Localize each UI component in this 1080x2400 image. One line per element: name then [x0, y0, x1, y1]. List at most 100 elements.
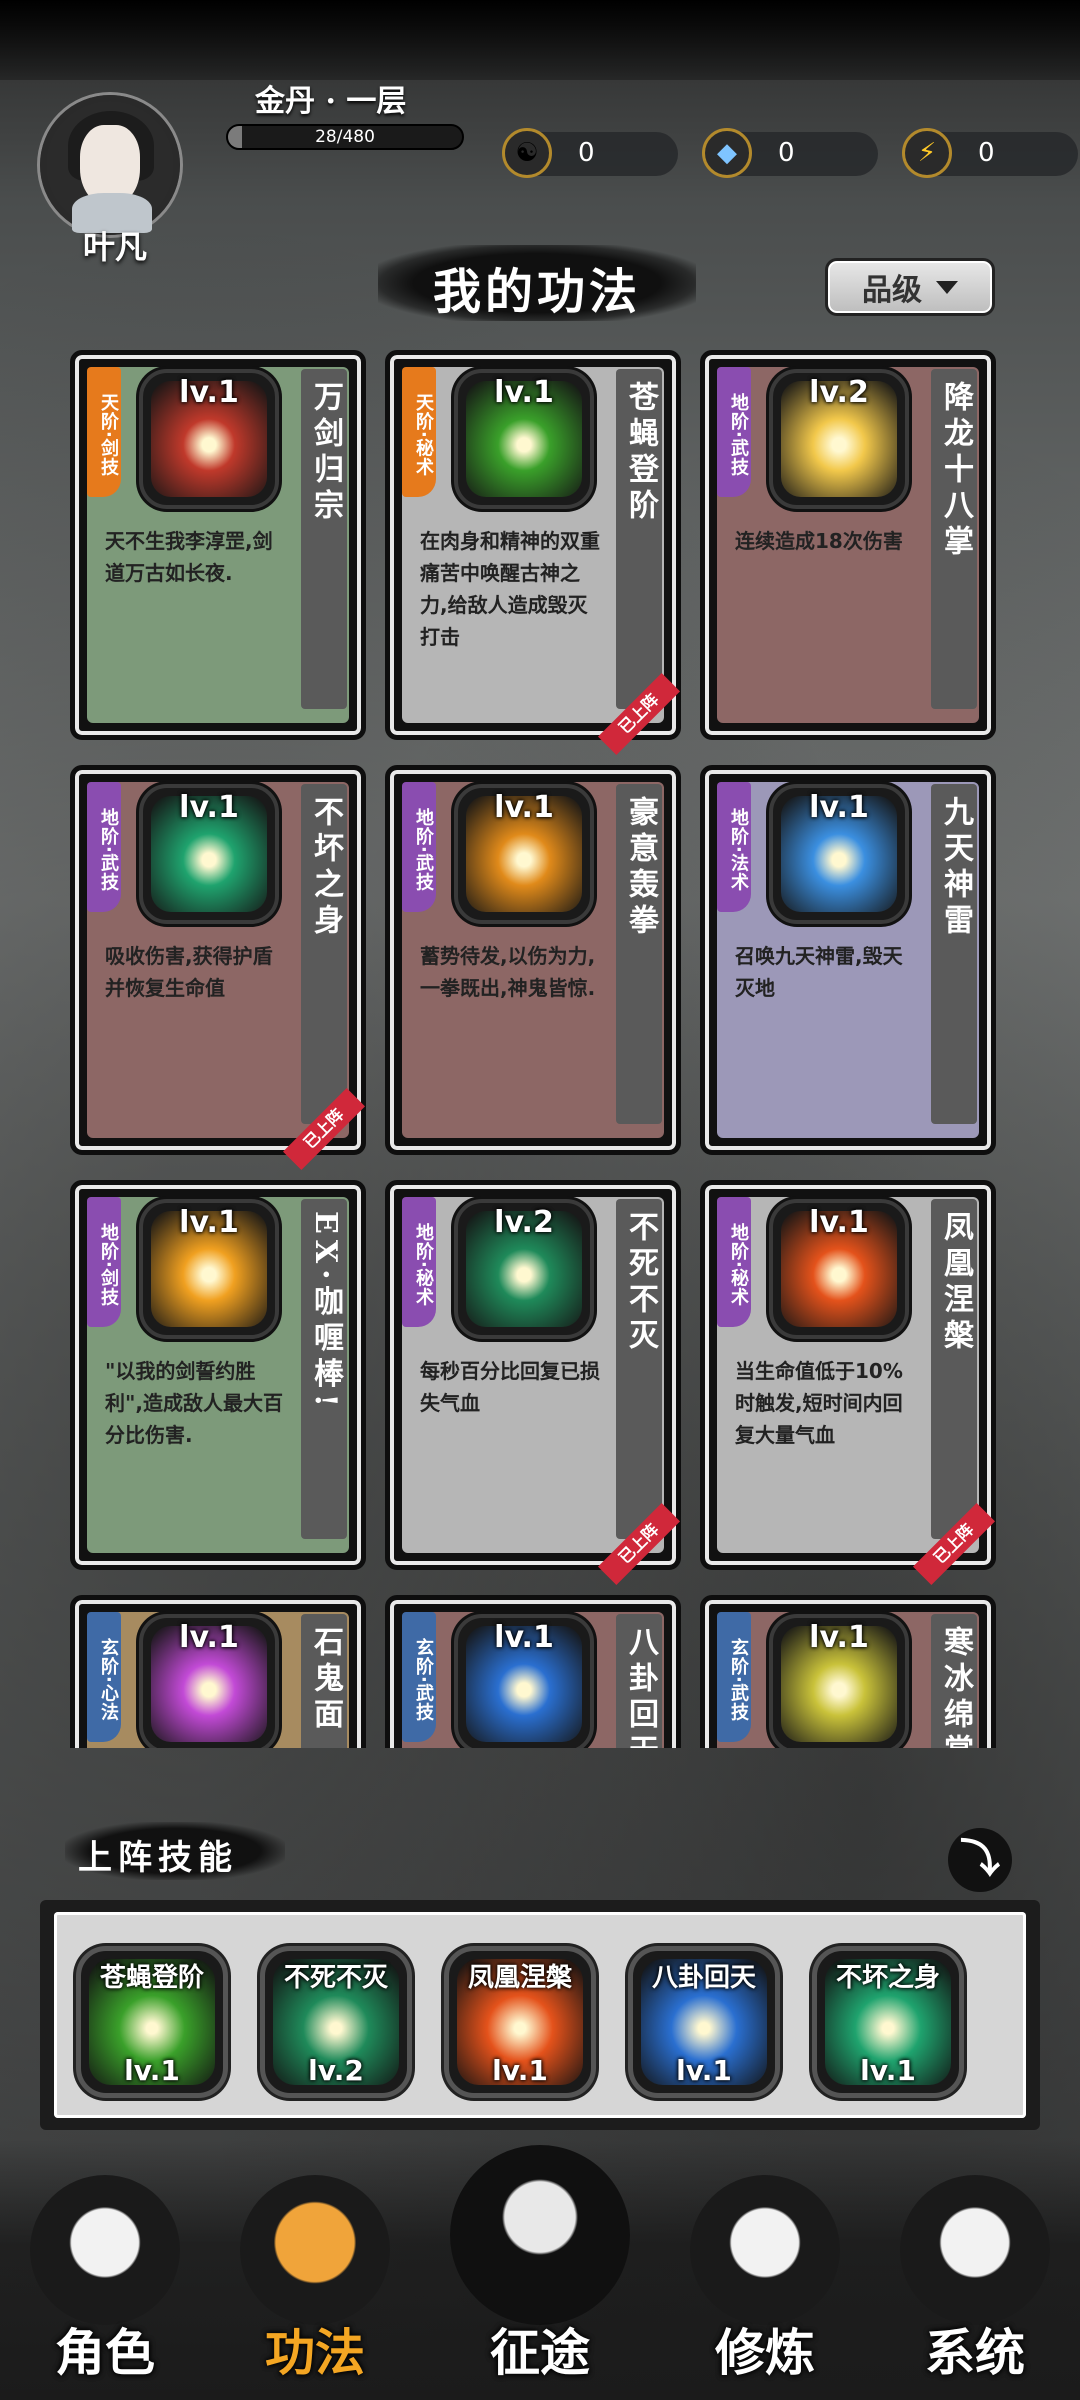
- equipped-skill-name: 苍蝇登阶: [99, 1963, 204, 1993]
- skill-icon: lv.1: [454, 1614, 594, 1748]
- skill-icon: lv.1: [139, 1614, 279, 1748]
- nav-journey[interactable]: 征途: [445, 2145, 635, 2395]
- skill-card[interactable]: 地阶·武技 lv.1 豪意轰拳 蓄势待发,以伤为力,一拳既出,神鬼皆惊.: [385, 765, 681, 1155]
- skill-card[interactable]: 玄阶·心法 lv.1 石鬼面: [70, 1595, 366, 1748]
- tier-badge: 玄阶·心法: [87, 1612, 121, 1742]
- equipped-skill-level: lv.1: [676, 2054, 732, 2087]
- sword-emblem-icon: [450, 2145, 630, 2325]
- skill-level: lv.1: [179, 790, 239, 825]
- skill-icon: lv.2: [769, 369, 909, 509]
- resource-energy[interactable]: ⚡ 0: [902, 128, 1078, 178]
- sort-grade-button[interactable]: 品级: [825, 258, 995, 316]
- lightning-icon: ⚡: [902, 128, 952, 178]
- system-icon: [900, 2175, 1050, 2325]
- skill-icon: lv.1: [139, 1199, 279, 1339]
- tier-badge: 地阶·法术: [717, 782, 751, 912]
- skill-level: lv.1: [809, 1205, 869, 1240]
- status-bar: [0, 0, 1080, 80]
- skill-name: EX·咖喱棒!: [301, 1199, 347, 1539]
- skill-name: 石鬼面: [301, 1614, 347, 1748]
- skill-description: "以我的剑誓约胜利",造成敌人最大百分比伤害.: [105, 1359, 284, 1447]
- equipped-panel: 苍蝇登阶 lv.1 不死不灭 lv.2 凤凰涅槃 lv.1 八卦回天 lv.1 …: [40, 1900, 1040, 2130]
- equipped-skill-level: lv.1: [124, 2054, 180, 2087]
- skill-grid[interactable]: 天阶·剑技 lv.1 万剑归宗 天不生我李淳罡,剑道万古如长夜. 天阶·秘术 l…: [70, 350, 1000, 1748]
- skill-book-icon: [240, 2175, 390, 2325]
- equipped-title: 上阵技能: [78, 1838, 238, 1878]
- skill-icon: lv.1: [769, 784, 909, 924]
- skill-icon: lv.2: [454, 1199, 594, 1339]
- skill-card[interactable]: 地阶·法术 lv.1 九天神雷 召唤九天神雷,毁天灭地: [700, 765, 996, 1155]
- skill-level: lv.2: [494, 1205, 554, 1240]
- resource-yin-yang[interactable]: ☯ 0: [502, 128, 678, 178]
- tier-badge: 玄阶·武技: [402, 1612, 436, 1742]
- skill-card[interactable]: 天阶·剑技 lv.1 万剑归宗 天不生我李淳罡,剑道万古如长夜.: [70, 350, 366, 740]
- skill-level: lv.1: [809, 790, 869, 825]
- skill-card[interactable]: 地阶·武技 lv.2 降龙十八掌 连续造成18次伤害: [700, 350, 996, 740]
- skill-name: 万剑归宗: [301, 369, 347, 709]
- skill-name: 不坏之身: [301, 784, 347, 1124]
- tier-badge: 地阶·秘术: [402, 1197, 436, 1327]
- skill-level: lv.1: [494, 790, 554, 825]
- avatar[interactable]: [40, 95, 180, 235]
- skill-card[interactable]: 玄阶·武技 lv.1 寒冰绵掌: [700, 1595, 996, 1748]
- skill-icon: lv.1: [454, 784, 594, 924]
- skill-name: 苍蝇登阶: [616, 369, 662, 709]
- nav-system[interactable]: 系统: [880, 2165, 1070, 2395]
- skill-name: 豪意轰拳: [616, 784, 662, 1124]
- equipped-skill-level: lv.2: [308, 2054, 364, 2087]
- equipped-skill-slot[interactable]: 八卦回天 lv.1: [628, 1946, 780, 2098]
- equipped-skill-level: lv.1: [492, 2054, 548, 2087]
- skill-description: 蓄势待发,以伤为力,一拳既出,神鬼皆惊.: [420, 944, 596, 1000]
- nav-cultivate[interactable]: 修炼: [670, 2165, 860, 2395]
- realm-label: 金丹 · 一层: [255, 84, 407, 119]
- skill-level: lv.1: [179, 375, 239, 410]
- skill-name: 凤凰涅槃: [931, 1199, 977, 1539]
- tier-badge: 玄阶·武技: [717, 1612, 751, 1742]
- equipped-skill-name: 不死不灭: [283, 1963, 388, 1993]
- collapse-arrow-button[interactable]: ⤵: [948, 1828, 1012, 1892]
- skill-description: 每秒百分比回复已损失气血: [420, 1359, 600, 1415]
- skill-description: 天不生我李淳罡,剑道万古如长夜.: [105, 529, 273, 585]
- equipped-skill-name: 八卦回天: [651, 1963, 756, 1993]
- resource-gem[interactable]: ◆ 0: [702, 128, 878, 178]
- skill-level: lv.1: [179, 1620, 239, 1655]
- tier-badge: 地阶·剑技: [87, 1197, 121, 1327]
- tier-badge: 地阶·武技: [402, 782, 436, 912]
- nav-character[interactable]: 角色: [10, 2165, 200, 2395]
- skill-icon: lv.1: [769, 1199, 909, 1339]
- xp-bar: 28/480: [226, 124, 464, 150]
- equipped-skill-slot[interactable]: 不死不灭 lv.2: [260, 1946, 412, 2098]
- equipped-skill-slot[interactable]: 不坏之身 lv.1: [812, 1946, 964, 2098]
- nav-skills[interactable]: 功法: [220, 2165, 410, 2395]
- skill-description: 召唤九天神雷,毁天灭地: [735, 944, 903, 1000]
- tier-badge: 地阶·武技: [87, 782, 121, 912]
- skill-name: 九天神雷: [931, 784, 977, 1124]
- chevron-down-icon: [936, 280, 958, 294]
- skill-level: lv.1: [494, 375, 554, 410]
- skill-description: 在肉身和精神的双重痛苦中唤醒古神之力,给敌人造成毁灭打击: [420, 529, 600, 649]
- equipped-skill-slot[interactable]: 凤凰涅槃 lv.1: [444, 1946, 596, 2098]
- equipped-skill-level: lv.1: [860, 2054, 916, 2087]
- skill-card[interactable]: 地阶·秘术 lv.2 不死不灭 每秒百分比回复已损失气血 已上阵: [385, 1180, 681, 1586]
- skill-card[interactable]: 地阶·秘术 lv.1 凤凰涅槃 当生命值低于10%时触发,短时间内回复大量气血 …: [700, 1180, 996, 1586]
- character-icon: [30, 2175, 180, 2325]
- skill-level: lv.1: [494, 1620, 554, 1655]
- yin-yang-icon: ☯: [502, 128, 552, 178]
- player-name: 叶凡: [82, 228, 147, 266]
- skill-icon: lv.1: [139, 369, 279, 509]
- skill-card[interactable]: 地阶·剑技 lv.1 EX·咖喱棒! "以我的剑誓约胜利",造成敌人最大百分比伤…: [70, 1180, 366, 1570]
- skill-level: lv.1: [809, 1620, 869, 1655]
- skill-icon: lv.1: [454, 369, 594, 509]
- tier-badge: 天阶·剑技: [87, 367, 121, 497]
- skill-card[interactable]: 天阶·秘术 lv.1 苍蝇登阶 在肉身和精神的双重痛苦中唤醒古神之力,给敌人造成…: [385, 350, 681, 756]
- skill-icon: lv.1: [769, 1614, 909, 1748]
- skill-card[interactable]: 玄阶·武技 lv.1 八卦回天: [385, 1595, 681, 1748]
- equipped-skill-slot[interactable]: 苍蝇登阶 lv.1: [76, 1946, 228, 2098]
- tier-badge: 地阶·武技: [717, 367, 751, 497]
- tier-badge: 地阶·秘术: [717, 1197, 751, 1327]
- skill-description: 吸收伤害,获得护盾并恢复生命值: [105, 944, 273, 1000]
- xp-text: 28/480: [315, 127, 375, 147]
- equipped-skill-name: 凤凰涅槃: [467, 1963, 572, 1993]
- equipped-skill-name: 不坏之身: [835, 1963, 940, 1993]
- skill-card[interactable]: 地阶·武技 lv.1 不坏之身 吸收伤害,获得护盾并恢复生命值 已上阵: [70, 765, 366, 1171]
